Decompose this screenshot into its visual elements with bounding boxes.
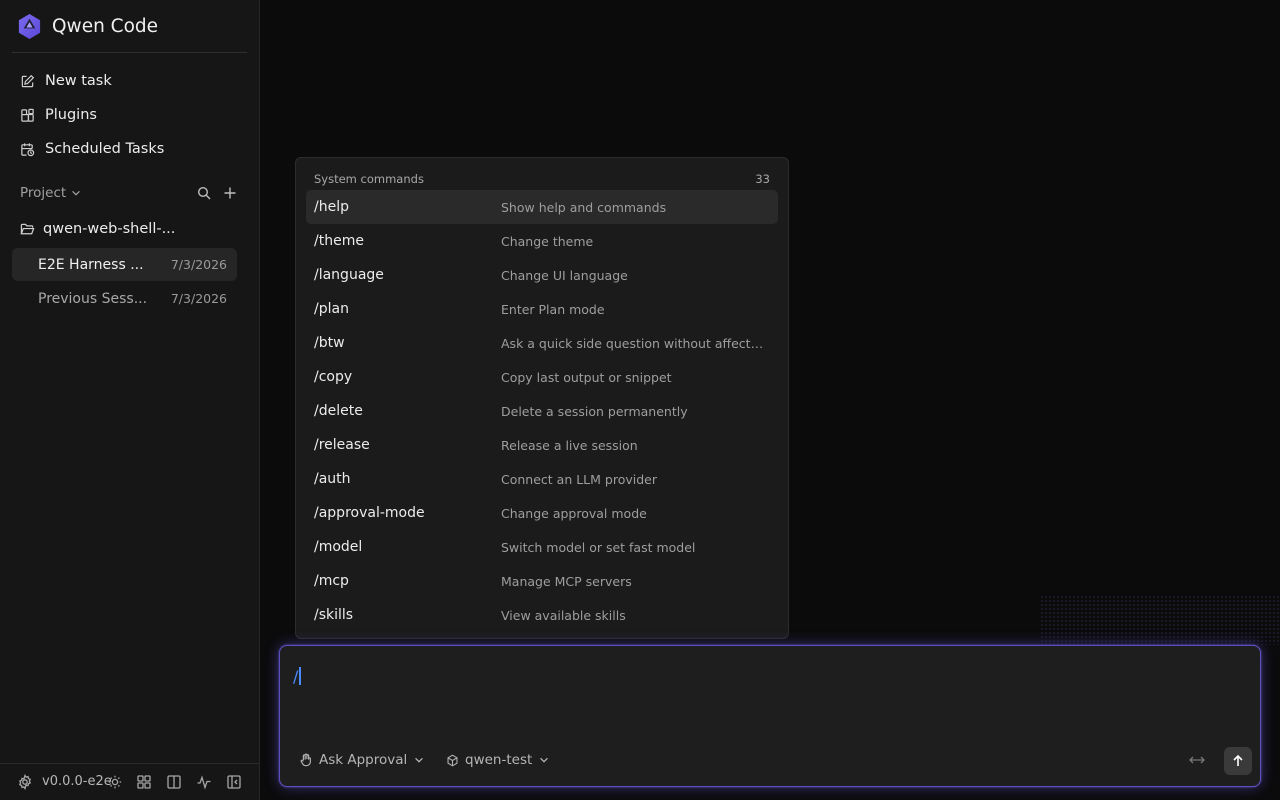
command-description: Delete a session permanently xyxy=(501,403,688,419)
command-name: /delete xyxy=(314,403,363,419)
edit-icon xyxy=(21,74,35,87)
theme-sun-icon[interactable] xyxy=(107,774,123,790)
clock-calendar-icon xyxy=(21,142,35,156)
command-description: View available skills xyxy=(501,607,626,623)
folder-open-icon xyxy=(20,223,35,234)
chevron-down-icon xyxy=(540,757,549,763)
command-name: /theme xyxy=(314,233,364,249)
hand-icon xyxy=(300,753,311,767)
command-item-language[interactable]: /language Change UI language xyxy=(306,258,778,292)
chevron-down-icon xyxy=(72,190,81,196)
command-description: Change theme xyxy=(501,233,594,249)
command-item-release[interactable]: /release Release a live session xyxy=(306,428,778,462)
sidebar-footer: v0.0.0-e2e xyxy=(0,763,259,800)
plus-icon[interactable] xyxy=(223,186,237,200)
activity-icon[interactable] xyxy=(196,774,212,790)
sidebar-item-plugins[interactable]: Plugins xyxy=(12,98,247,132)
chevron-down-icon xyxy=(415,757,424,763)
command-list: /help Show help and commands/theme Change … xyxy=(306,190,778,632)
arrow-up-icon xyxy=(1233,754,1243,766)
decorative-dot-pattern xyxy=(1040,595,1280,645)
model-label: qwen-test xyxy=(465,752,533,768)
command-description: Switch model or set fast model xyxy=(501,539,696,555)
command-description: Change approval mode xyxy=(501,505,647,521)
command-item-copy[interactable]: /copy Copy last output or snippet xyxy=(306,360,778,394)
sidebar-item-label: Plugins xyxy=(45,107,97,123)
sidebar-item-label: Scheduled Tasks xyxy=(45,141,165,157)
command-item-plan[interactable]: /plan Enter Plan mode xyxy=(306,292,778,326)
session-title: Previous Sess... xyxy=(38,290,148,307)
expand-horizontal-icon[interactable] xyxy=(1188,751,1206,769)
command-description: Copy last output or snippet xyxy=(501,369,672,385)
session-title: E2E Harness ... xyxy=(38,256,144,273)
session-item[interactable]: Previous Sess... 7/3/2026 xyxy=(12,282,237,315)
sidebar-nav: New task Plugins Scheduled Tasks xyxy=(12,64,247,166)
command-item-delete[interactable]: /delete Delete a session permanently xyxy=(306,394,778,428)
command-name: /approval-mode xyxy=(314,505,425,521)
command-name: /mcp xyxy=(314,573,349,589)
brand: Qwen Code xyxy=(16,10,158,42)
prompt-input[interactable]: / xyxy=(293,664,1240,688)
command-item-btw[interactable]: /btw Ask a quick side question without af… xyxy=(306,326,778,360)
command-description: Manage MCP servers xyxy=(501,573,632,589)
command-item-mcp[interactable]: /mcp Manage MCP servers xyxy=(306,564,778,598)
session-item[interactable]: E2E Harness ... 7/3/2026 xyxy=(12,248,237,281)
command-name: /copy xyxy=(314,369,353,385)
command-name: /help xyxy=(314,199,349,215)
session-date: 7/3/2026 xyxy=(170,291,227,306)
session-date: 7/3/2026 xyxy=(170,257,227,272)
search-icon[interactable] xyxy=(197,186,211,200)
collapse-sidebar-icon[interactable] xyxy=(226,774,242,790)
cube-icon xyxy=(447,754,458,766)
command-description: Connect an LLM provider xyxy=(501,471,657,487)
command-name: /model xyxy=(314,539,363,555)
command-description: Enter Plan mode xyxy=(501,301,605,317)
app-window: Qwen Code New task Plugins Scheduled Tas… xyxy=(0,0,1280,800)
puzzle-icon xyxy=(21,108,34,122)
command-description: Release a live session xyxy=(501,437,638,453)
grid-icon[interactable] xyxy=(136,774,152,790)
sidebar-item-scheduled-tasks[interactable]: Scheduled Tasks xyxy=(12,132,247,166)
command-description: Show help and commands xyxy=(501,199,667,215)
command-item-skills[interactable]: /skills View available skills xyxy=(306,598,778,632)
command-name: /skills xyxy=(314,607,354,623)
command-description: Ask a quick side question without affect… xyxy=(501,335,774,351)
text-caret xyxy=(299,667,301,685)
sidebar: Qwen Code New task Plugins Scheduled Tas… xyxy=(0,0,260,800)
split-view-icon[interactable] xyxy=(166,774,182,790)
composer: / Ask Approval qwen-test xyxy=(279,645,1261,787)
command-name: /auth xyxy=(314,471,351,487)
command-group-title: System commands xyxy=(314,172,424,186)
command-name: /release xyxy=(314,437,370,453)
command-count: 33 xyxy=(755,172,770,186)
command-name: /language xyxy=(314,267,384,283)
command-name: /btw xyxy=(314,335,345,351)
settings-gear-icon[interactable] xyxy=(17,774,33,790)
project-header: Project xyxy=(20,182,237,204)
project-dropdown[interactable]: Project xyxy=(20,185,82,201)
project-label: Project xyxy=(20,185,67,201)
prompt-input-value: / xyxy=(293,666,299,686)
approval-mode-label: Ask Approval xyxy=(319,752,408,768)
command-item-help[interactable]: /help Show help and commands xyxy=(306,190,778,224)
project-folder[interactable]: qwen-web-shell-... xyxy=(20,218,239,240)
command-item-approval-mode[interactable]: /approval-mode Change approval mode xyxy=(306,496,778,530)
approval-mode-selector[interactable]: Ask Approval xyxy=(299,750,425,770)
command-item-model[interactable]: /model Switch model or set fast model xyxy=(306,530,778,564)
qwen-logo-icon xyxy=(18,13,41,39)
sidebar-item-label: New task xyxy=(45,73,112,89)
version-label: v0.0.0-e2e xyxy=(42,774,112,789)
command-description: Change UI language xyxy=(501,267,628,283)
command-menu-header: System commands 33 xyxy=(314,172,770,188)
command-name: /plan xyxy=(314,301,349,317)
model-selector[interactable]: qwen-test xyxy=(446,750,550,770)
app-name: Qwen Code xyxy=(52,15,159,37)
sidebar-divider xyxy=(12,52,247,53)
send-button[interactable] xyxy=(1224,747,1252,775)
command-item-theme[interactable]: /theme Change theme xyxy=(306,224,778,258)
folder-name: qwen-web-shell-... xyxy=(43,221,176,237)
command-item-auth[interactable]: /auth Connect an LLM provider xyxy=(306,462,778,496)
sidebar-item-new-task[interactable]: New task xyxy=(12,64,247,98)
slash-command-menu: System commands 33 /help Show help and co… xyxy=(295,157,789,639)
